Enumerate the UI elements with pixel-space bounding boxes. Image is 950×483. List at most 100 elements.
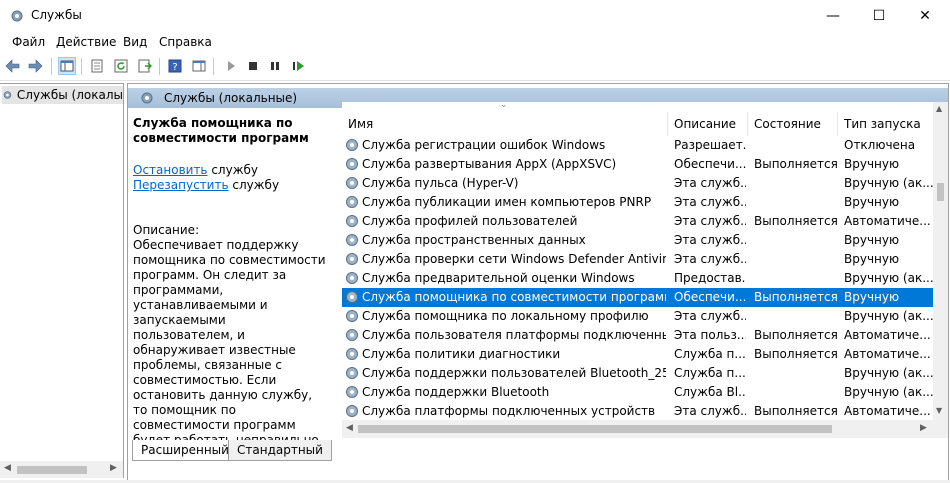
- cell-name: Служба пульса (Hyper-V): [362, 176, 519, 190]
- scroll-right-icon[interactable]: ▶: [110, 463, 117, 473]
- pane-header-title: Службы (локальные): [164, 91, 298, 105]
- tab-extended[interactable]: Расширенный: [132, 440, 238, 461]
- table-row[interactable]: Служба предварительной оценки Windows Пре…: [342, 269, 933, 288]
- menu-file[interactable]: Файл: [12, 35, 45, 49]
- cell-name: Служба помощника по локальному профилю: [362, 309, 649, 323]
- table-row[interactable]: Служба развертывания AppX (AppXSVC) Обесп…: [342, 155, 933, 174]
- table-row[interactable]: Служба пульса (Hyper-V) Эта служб... Вручн…: [342, 174, 933, 193]
- column-header-name[interactable]: Имя: [342, 112, 668, 136]
- table-row[interactable]: Служба платформы подключенных устройств Э…: [342, 402, 933, 420]
- scroll-left-icon[interactable]: ◀: [4, 463, 11, 473]
- stop-service-icon[interactable]: [244, 57, 262, 75]
- cell-description: Эта служб...: [674, 195, 746, 209]
- scroll-up-icon[interactable]: ▲: [936, 104, 942, 113]
- refresh-icon[interactable]: [112, 57, 130, 75]
- cell-description: Предостав...: [674, 271, 746, 285]
- tree-item-services-local[interactable]: Службы (локалы: [2, 86, 123, 104]
- cell-name: Служба публикации имен компьютеров PNRP: [362, 195, 652, 209]
- service-gear-icon: [346, 386, 358, 398]
- table-row[interactable]: Служба политики диагностики Служба п... Вы…: [342, 345, 933, 364]
- cell-startup-type: Вручную (ак...: [844, 176, 933, 190]
- stop-service-link[interactable]: Остановить: [133, 163, 208, 177]
- cell-startup-type: Вручную (ак...: [844, 309, 933, 323]
- table-row[interactable]: Служба регистрации ошибок Windows Разреша…: [342, 136, 933, 155]
- service-gear-icon: [346, 253, 358, 265]
- back-icon[interactable]: [4, 57, 22, 75]
- table-row[interactable]: Служба помощника по локальному профилю Эт…: [342, 307, 933, 326]
- cell-name: Служба поддержки пользователей Bluetooth…: [362, 366, 666, 380]
- service-gear-icon: [346, 215, 358, 227]
- list-header: Имя Описание Состояние Тип запуска: [342, 112, 933, 136]
- table-row[interactable]: Служба поддержки Bluetooth Служба Bl... Вр…: [342, 383, 933, 402]
- horizontal-scrollbar[interactable]: ◀ ▶: [342, 420, 933, 438]
- restart-service-icon[interactable]: [290, 57, 308, 75]
- cell-name: Служба развертывания AppX (AppXSVC): [362, 157, 617, 171]
- help-icon[interactable]: ?: [166, 57, 184, 75]
- tree-horizontal-scrollbar[interactable]: ◀ ▶: [0, 461, 124, 478]
- cell-status: Выполняется: [754, 404, 838, 418]
- services-gear-icon: [11, 10, 23, 22]
- cell-startup-type: Отключена: [844, 138, 916, 152]
- services-list: ⌄ Имя Описание Состояние Тип запуска Слу…: [342, 102, 933, 420]
- extended-description-panel: Служба помощника по совместимости програ…: [133, 116, 329, 448]
- cell-name: Служба пространственных данных: [362, 233, 586, 247]
- cell-startup-type: Вручную: [844, 290, 900, 304]
- cell-description: Служба п...: [674, 366, 746, 380]
- properties-icon[interactable]: [88, 57, 106, 75]
- tree-scroll-thumb[interactable]: [17, 466, 87, 474]
- services-gear-icon: [141, 92, 153, 104]
- cell-description: Эта служб...: [674, 214, 746, 228]
- service-gear-icon: [346, 158, 358, 170]
- start-service-icon[interactable]: [222, 57, 240, 75]
- main-pane: Службы (локальные) Служба помощника по с…: [127, 83, 949, 482]
- description-text: Обеспечивает поддержку помощника по совм…: [133, 238, 326, 447]
- cell-description: Служба Bl...: [674, 385, 746, 399]
- cell-name: Служба проверки сети Windows Defender An…: [362, 252, 666, 266]
- console-tree-icon[interactable]: [58, 57, 76, 75]
- maximize-button[interactable]: ☐: [856, 0, 902, 31]
- tab-standard[interactable]: Стандартный: [228, 440, 332, 461]
- table-row[interactable]: Служба пользователя платформы подключенн…: [342, 326, 933, 345]
- menu-action[interactable]: Действие: [56, 35, 116, 49]
- cell-startup-type: Автоматиче...: [844, 328, 931, 342]
- close-button[interactable]: ✕: [902, 0, 948, 31]
- scroll-down-icon[interactable]: ▼: [936, 406, 942, 415]
- cell-status: Выполняется: [754, 290, 838, 304]
- export-list-icon[interactable]: [136, 57, 154, 75]
- table-row[interactable]: Служба профилей пользователей Эта служб..…: [342, 212, 933, 231]
- horizontal-scroll-thumb[interactable]: [358, 425, 832, 433]
- show-hide-action-pane-icon[interactable]: [190, 57, 208, 75]
- cell-startup-type: Вручную (ак...: [844, 366, 933, 380]
- menu-help[interactable]: Справка: [159, 35, 212, 49]
- restart-service-link[interactable]: Перезапустить: [133, 178, 229, 192]
- table-row[interactable]: Служба проверки сети Windows Defender An…: [342, 250, 933, 269]
- pause-service-icon[interactable]: [266, 57, 284, 75]
- cell-startup-type: Вручную: [844, 233, 900, 247]
- vertical-scrollbar[interactable]: ▲ ▼: [933, 102, 948, 438]
- scroll-left-icon[interactable]: ◀: [346, 423, 353, 433]
- svg-text:?: ?: [172, 62, 177, 73]
- column-header-description[interactable]: Описание: [668, 112, 748, 136]
- cell-description: Обеспечи...: [674, 290, 746, 304]
- menu-bar: Файл Действие Вид Справка: [0, 31, 950, 53]
- table-row[interactable]: Служба поддержки пользователей Bluetooth…: [342, 364, 933, 383]
- service-gear-icon: [346, 196, 358, 208]
- service-gear-icon: [346, 272, 358, 284]
- table-row[interactable]: Служба публикации имен компьютеров PNRP Э…: [342, 193, 933, 212]
- toolbar: ?: [0, 53, 950, 81]
- cell-status: Выполняется: [754, 347, 838, 361]
- cell-description: Эта служб...: [674, 176, 746, 190]
- column-header-startup-type[interactable]: Тип запуска: [838, 112, 933, 136]
- service-gear-icon: [346, 367, 358, 379]
- table-row[interactable]: Служба помощника по совместимости програ…: [342, 288, 933, 307]
- vertical-scroll-thumb[interactable]: [937, 183, 944, 201]
- column-header-status[interactable]: Состояние: [748, 112, 838, 136]
- minimize-button[interactable]: —: [810, 0, 856, 31]
- cell-name: Служба регистрации ошибок Windows: [362, 138, 606, 152]
- scroll-right-icon[interactable]: ▶: [920, 423, 927, 433]
- forward-icon[interactable]: [26, 57, 44, 75]
- table-row[interactable]: Служба пространственных данных Эта служб.…: [342, 231, 933, 250]
- cell-startup-type: Автоматиче...: [844, 404, 931, 418]
- menu-view[interactable]: Вид: [123, 35, 147, 49]
- sort-indicator-icon: ⌄: [500, 102, 508, 110]
